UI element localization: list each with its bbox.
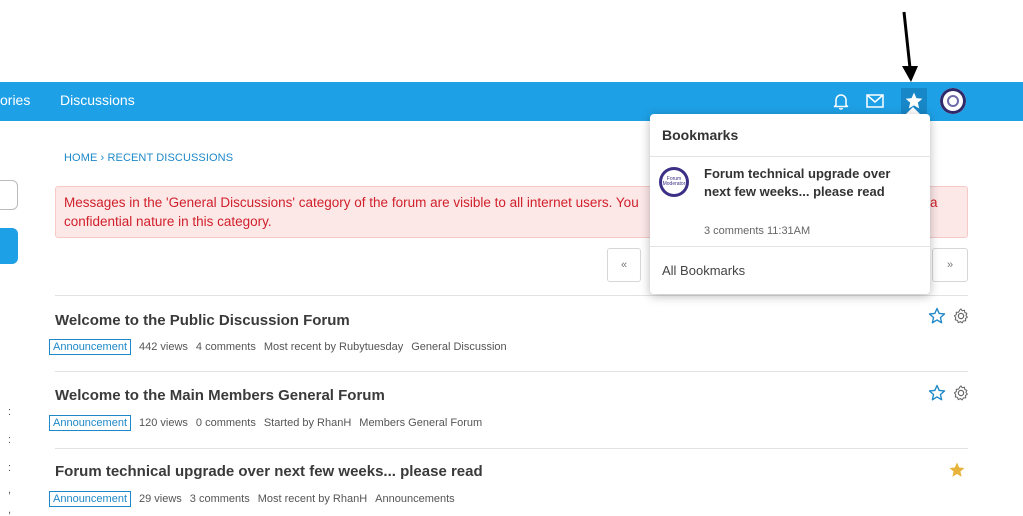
bookmarks-title: Bookmarks (662, 127, 739, 143)
avatar-text: Forum Moderator (662, 176, 686, 187)
views-count: 442 views (139, 341, 188, 353)
category-link[interactable]: General Discussion (411, 341, 506, 353)
row-divider (55, 371, 968, 372)
row-divider (55, 295, 968, 296)
bookmarked-star-icon[interactable] (948, 461, 966, 479)
alert-text-fragment: a (930, 195, 938, 210)
discussion-title[interactable]: Forum technical upgrade over next few we… (55, 463, 483, 480)
left-edge-mark: , (8, 504, 12, 516)
row-actions (948, 461, 966, 479)
left-edge-mark: : (8, 462, 12, 474)
bookmark-star-icon[interactable] (928, 307, 946, 325)
last-activity[interactable]: Most recent by RhanH (258, 493, 367, 505)
last-activity[interactable]: Started by RhanH (264, 417, 351, 429)
last-activity[interactable]: Most recent by Rubytuesday (264, 341, 403, 353)
bookmarks-dropdown: Bookmarks Forum Moderator Forum technica… (650, 114, 930, 294)
bell-icon (833, 94, 849, 110)
pager-next-button[interactable]: » (932, 248, 968, 282)
discussion-meta: Announcement 120 views 0 comments Starte… (49, 415, 482, 431)
announcement-badge: Announcement (49, 491, 131, 507)
nav-discussions-link[interactable]: Discussions (60, 92, 135, 108)
nav-categories-link[interactable]: ories (0, 92, 30, 108)
row-actions (928, 307, 970, 325)
bookmark-item-title[interactable]: Forum technical upgrade over next few we… (704, 165, 904, 201)
discussion-meta: Announcement 29 views 3 comments Most re… (49, 491, 455, 507)
announcement-badge: Announcement (49, 339, 131, 355)
all-bookmarks-link[interactable]: All Bookmarks (662, 263, 745, 278)
left-panel-button[interactable] (0, 228, 18, 264)
popup-divider (650, 246, 930, 247)
category-link[interactable]: Members General Forum (359, 417, 482, 429)
discussion-title[interactable]: Welcome to the Public Discussion Forum (55, 312, 350, 329)
comments-count: 4 comments (195, 341, 256, 353)
bookmark-star-icon[interactable] (928, 384, 946, 402)
discussion-title[interactable]: Welcome to the Main Members General Foru… (55, 387, 385, 404)
discussion-meta: Announcement 442 views 4 comments Most r… (49, 339, 507, 355)
left-panel-box[interactable] (0, 180, 18, 210)
forum-moderator-avatar: Forum Moderator (659, 167, 689, 197)
views-count: 29 views (139, 493, 182, 505)
notifications-button[interactable] (828, 88, 854, 114)
comments-count: 3 comments (189, 493, 250, 505)
row-divider (55, 448, 968, 449)
row-actions (928, 384, 970, 402)
views-count: 120 views (139, 417, 188, 429)
left-edge-mark: : (8, 434, 12, 446)
category-link[interactable]: Announcements (375, 493, 455, 505)
announcement-badge: Announcement (49, 415, 131, 431)
popup-divider (650, 156, 930, 157)
gear-icon[interactable] (952, 384, 970, 402)
left-edge-mark: , (8, 484, 12, 496)
user-avatar[interactable] (940, 88, 966, 114)
pager-prev-button[interactable]: « (607, 248, 641, 282)
mail-icon (866, 94, 884, 108)
bookmark-item-meta: 3 comments 11:31AM (704, 225, 811, 237)
gear-icon[interactable] (952, 307, 970, 325)
breadcrumb[interactable]: HOME › RECENT DISCUSSIONS (64, 152, 233, 164)
comments-count: 0 comments (195, 417, 256, 429)
left-edge-mark: : (8, 406, 12, 418)
inbox-button[interactable] (862, 88, 888, 114)
